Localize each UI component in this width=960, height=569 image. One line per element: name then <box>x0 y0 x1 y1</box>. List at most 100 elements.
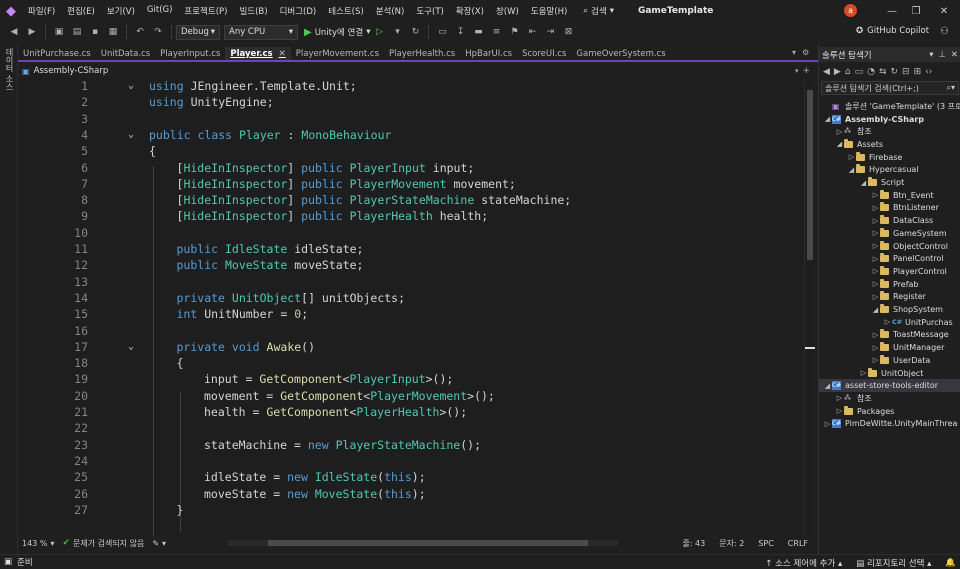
editor-tab[interactable]: PlayerMovement.cs <box>291 47 384 60</box>
code-icon[interactable]: ‹› <box>925 67 932 77</box>
collapsed-icon[interactable]: ▷ <box>823 420 832 428</box>
show-all-files-icon[interactable]: ⊞ <box>914 67 922 77</box>
expanded-icon[interactable]: ◢ <box>835 140 844 148</box>
tree-item[interactable]: ◢ ShopSystem <box>819 303 960 316</box>
refresh-icon[interactable]: ↻ <box>890 67 898 77</box>
collapsed-icon[interactable]: ▷ <box>871 242 880 250</box>
editor-tab[interactable]: PlayerHealth.cs <box>384 47 460 60</box>
attach-unity-button[interactable]: ▶ Unity에 연결 ▾ <box>304 26 370 39</box>
scrollbar-thumb[interactable] <box>268 540 588 546</box>
back-icon[interactable]: ◀ <box>6 24 22 40</box>
bookmark-icon[interactable]: ⚑ <box>506 24 522 40</box>
collapsed-icon[interactable]: ▷ <box>871 293 880 301</box>
add-to-source-control-button[interactable]: ↑ 소스 제어에 추가 ▴ <box>765 557 842 569</box>
start-without-debug-icon[interactable]: ▷ <box>371 24 387 40</box>
feedback-icon[interactable]: ⚇ <box>940 26 949 37</box>
forward-icon[interactable]: ▶ <box>24 24 40 40</box>
tree-item[interactable]: ▷ ToastMessage <box>819 329 960 342</box>
bookmark-next-icon[interactable]: ⇥ <box>542 24 558 40</box>
whitespace-indicator[interactable]: SPC <box>758 539 774 548</box>
editor-tab[interactable]: PlayerInput.cs <box>155 47 225 60</box>
collapsed-icon[interactable]: ▷ <box>871 217 880 225</box>
tab-list-icon[interactable]: ▾ <box>792 48 796 57</box>
assembly-select[interactable]: ▣ Assembly-CSharp <box>22 66 108 76</box>
chevron-down-icon[interactable]: ▾ <box>795 67 799 75</box>
collapsed-icon[interactable]: ▷ <box>871 191 880 199</box>
settings-icon[interactable]: ⚙ <box>802 48 809 57</box>
indent-icon[interactable]: ≡ <box>488 24 504 40</box>
expanded-icon[interactable]: ◢ <box>871 306 880 314</box>
tree-item[interactable]: ▷ Prefab <box>819 278 960 291</box>
chevron-down-icon[interactable]: ▾ <box>929 50 933 60</box>
collapsed-icon[interactable]: ▷ <box>871 255 880 263</box>
new-project-icon[interactable]: ▣ <box>51 24 67 40</box>
scrollbar-thumb[interactable] <box>807 90 813 260</box>
column-indicator[interactable]: 문자: 2 <box>719 538 744 549</box>
tree-item[interactable]: ▷ ⁂ 참조 <box>819 392 960 405</box>
select-repository-button[interactable]: ▤ 리포지토리 선택 ▴ <box>856 557 931 569</box>
editor-tab[interactable]: HpBarUI.cs <box>460 47 517 60</box>
editor-tab[interactable]: GameOverSystem.cs <box>571 47 670 60</box>
tree-item[interactable]: ▷ DataClass <box>819 214 960 227</box>
menu-item[interactable]: Git(G) <box>141 5 179 17</box>
code-editor[interactable]: 1 ⌄ using JEngineer.Template.Unit; 2 using U… <box>18 78 804 536</box>
collapsed-icon[interactable]: ▷ <box>871 280 880 288</box>
menu-item[interactable]: 디버그(D) <box>274 5 323 17</box>
collapsed-icon[interactable]: ▷ <box>835 128 844 136</box>
save-all-icon[interactable]: ▦ <box>105 24 121 40</box>
tree-item[interactable]: ▷ PlayerControl <box>819 265 960 278</box>
tree-item[interactable]: ▷ UnitManager <box>819 341 960 354</box>
tree-item[interactable]: ◢ Script <box>819 176 960 189</box>
step-icon[interactable]: ↧ <box>452 24 468 40</box>
tree-item[interactable]: ▷ Btn_Event <box>819 189 960 202</box>
vertical-scrollbar[interactable] <box>804 78 815 536</box>
collapsed-icon[interactable]: ▷ <box>859 369 868 377</box>
menu-item[interactable]: 파일(F) <box>22 5 61 17</box>
platform-select[interactable]: Any CPU ▾ <box>224 24 298 40</box>
restore-icon[interactable]: ❐ <box>908 3 924 19</box>
pending-changes-icon[interactable]: ◔ <box>867 67 875 77</box>
forward-icon[interactable]: ▶ <box>834 67 841 77</box>
add-icon[interactable]: + <box>802 66 810 76</box>
switch-views-icon[interactable]: ▭ <box>855 67 864 77</box>
menu-item[interactable]: 테스트(S) <box>322 5 370 17</box>
fold-toggle-icon[interactable]: ⌄ <box>128 127 134 143</box>
collapsed-icon[interactable]: ▷ <box>847 153 856 161</box>
tree-item[interactable]: ▷ C# UnitPurchas <box>819 316 960 329</box>
sync-icon[interactable]: ⇆ <box>879 67 887 77</box>
zoom-select[interactable]: 143 % ▾ <box>22 539 54 548</box>
tree-item[interactable]: ◢ Assets <box>819 138 960 151</box>
collapsed-icon[interactable]: ▷ <box>883 318 892 326</box>
menu-item[interactable]: 확장(X) <box>450 5 490 17</box>
tree-item[interactable]: ▷ UnitObject <box>819 367 960 380</box>
pin-icon[interactable]: ⊥ <box>938 50 945 60</box>
bookmark-prev-icon[interactable]: ⇤ <box>524 24 540 40</box>
tree-item[interactable]: ▷ Firebase <box>819 151 960 164</box>
fold-toggle-icon[interactable]: ⌄ <box>128 78 134 94</box>
close-tab-icon[interactable]: ✕ <box>279 49 286 59</box>
horizontal-scrollbar[interactable] <box>228 540 618 546</box>
back-icon[interactable]: ◀ <box>823 67 830 77</box>
collapse-all-icon[interactable]: ⊟ <box>902 67 910 77</box>
expanded-icon[interactable]: ◢ <box>847 166 856 174</box>
collapsed-icon[interactable]: ▷ <box>871 229 880 237</box>
menu-item[interactable]: 창(W) <box>490 5 525 17</box>
tree-item[interactable]: ▣ 솔루션 'GameTemplate' (3 프로 <box>819 100 960 113</box>
output-icon[interactable]: ▣ <box>4 557 12 567</box>
tree-item[interactable]: ◢ Hypercasual <box>819 164 960 177</box>
menu-item[interactable]: 편집(E) <box>61 5 101 17</box>
tree-item[interactable]: ▷ Register <box>819 291 960 304</box>
menu-item[interactable]: 빌드(B) <box>233 5 273 17</box>
menu-item[interactable]: 분석(N) <box>370 5 411 17</box>
bookmark-clear-icon[interactable]: ⊠ <box>560 24 576 40</box>
tree-item[interactable]: ◢ C# asset-store-tools-editor <box>819 379 960 393</box>
data-source-tab[interactable]: 데이터 소스 <box>3 48 15 91</box>
save-icon[interactable]: ▪ <box>87 24 103 40</box>
issues-indicator[interactable]: ✔ 문제가 검색되지 않음 <box>62 538 144 549</box>
tree-item[interactable]: ▷ C# PimDeWitte.UnityMainThrea <box>819 418 960 431</box>
cleanup-button[interactable]: ✎ ▾ <box>152 539 166 548</box>
collapsed-icon[interactable]: ▷ <box>871 331 880 339</box>
collapsed-icon[interactable]: ▷ <box>835 407 844 415</box>
tree-item[interactable]: ▷ ObjectControl <box>819 240 960 253</box>
home-icon[interactable]: ⌂ <box>845 67 851 77</box>
